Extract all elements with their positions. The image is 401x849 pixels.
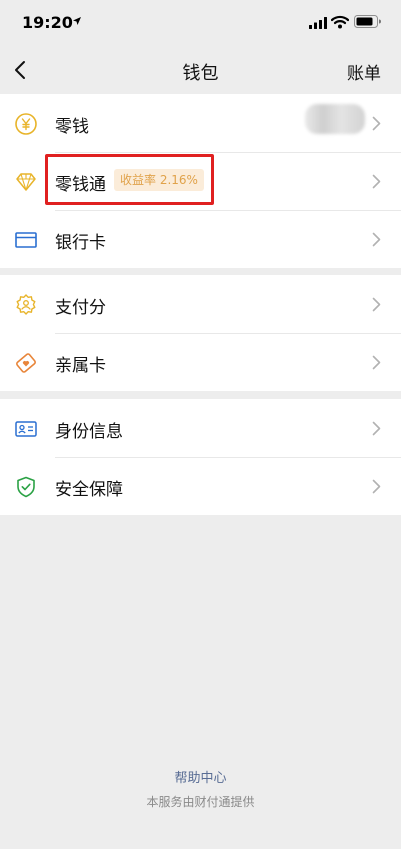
yuan-coin-icon <box>15 113 37 135</box>
chevron-right-icon <box>372 479 381 494</box>
status-bar: 19:20 <box>0 0 401 46</box>
list-item-label: 支付分 <box>55 298 106 318</box>
wallet-group-account: 身份信息 安全保障 <box>0 399 401 515</box>
list-item-family-card[interactable]: 亲属卡 <box>0 333 401 391</box>
list-item-label: 安全保障 <box>55 480 123 500</box>
balance-amount-blurred <box>305 104 365 134</box>
service-provider-note: 本服务由财付通提供 <box>146 795 255 809</box>
chevron-right-icon <box>372 421 381 436</box>
location-arrow-icon <box>73 17 81 25</box>
list-item-label: 零钱 <box>55 117 89 137</box>
highlight-annotation <box>45 154 214 205</box>
bill-button[interactable]: 账单 <box>347 59 381 84</box>
list-item-label: 银行卡 <box>55 233 106 253</box>
nav-bar: 钱包 账单 <box>0 46 401 94</box>
list-item-identity[interactable]: 身份信息 <box>0 399 401 457</box>
family-card-icon <box>16 353 36 373</box>
chevron-right-icon <box>372 297 381 312</box>
wallet-group-credit: 支付分 亲属卡 <box>0 275 401 391</box>
signal-icon <box>309 17 327 29</box>
shield-check-icon <box>17 476 35 498</box>
help-center-link[interactable]: 帮助中心 <box>0 767 401 786</box>
wifi-icon <box>331 15 349 29</box>
diamond-icon <box>16 173 36 191</box>
id-card-icon <box>15 421 37 437</box>
battery-icon <box>354 15 381 28</box>
chevron-right-icon <box>372 174 381 189</box>
list-item-bank-card[interactable]: 银行卡 <box>0 210 401 268</box>
chevron-right-icon <box>372 355 381 370</box>
status-time: 19:20 <box>22 13 73 32</box>
list-item-label: 亲属卡 <box>55 356 106 376</box>
payment-score-icon <box>16 294 36 315</box>
chevron-right-icon <box>372 232 381 247</box>
chevron-right-icon <box>372 116 381 131</box>
bank-card-icon <box>15 232 37 248</box>
list-item-change[interactable]: 零钱 <box>0 94 401 152</box>
list-item-security[interactable]: 安全保障 <box>0 457 401 515</box>
list-item-label: 身份信息 <box>55 422 123 442</box>
list-item-payment-score[interactable]: 支付分 <box>0 275 401 333</box>
page-title: 钱包 <box>182 63 219 84</box>
